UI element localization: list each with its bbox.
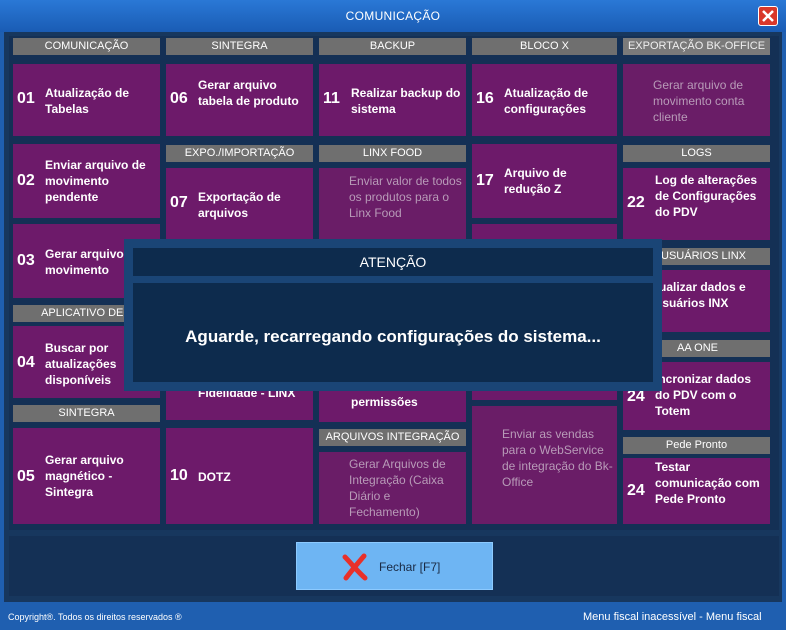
header-backup: BACKUP xyxy=(319,38,466,55)
fechar-button[interactable]: Fechar [F7] xyxy=(296,542,493,590)
tile-label: Gerar arquivo tabela de produto xyxy=(198,78,299,108)
window-title: COMUNICAÇÃO xyxy=(345,9,441,23)
tile-label: Gerar arquivo magnético - Sintegra xyxy=(45,453,124,499)
tile-number: 02 xyxy=(17,172,35,189)
header-arquivos-integracao: ARQUIVOS INTEGRAÇÃO xyxy=(319,429,466,446)
tile-realizar-backup[interactable]: 11 Realizar backup do sistema xyxy=(319,64,466,136)
tile-number: 24 xyxy=(627,482,645,499)
header-bloco-x: BLOCO X xyxy=(472,38,617,55)
tile-label: permissões xyxy=(351,395,418,409)
tile-number: 22 xyxy=(627,194,645,211)
tile-number: 01 xyxy=(17,90,35,107)
tile-enviar-vendas-bkoffice-disabled[interactable]: Enviar as vendas para o WebService de in… xyxy=(472,406,617,524)
tile-testar-pede-pronto[interactable]: 24 Testar comunicação com Pede Pronto xyxy=(623,458,770,524)
tile-arquivos-integracao-disabled[interactable]: Gerar Arquivos de Integração (Caixa Diár… xyxy=(319,452,466,524)
header-sintegra-2: SINTEGRA xyxy=(13,405,160,422)
header-sintegra: SINTEGRA xyxy=(166,38,313,55)
header-expo-importacao: EXPO./IMPORTAÇÃO xyxy=(166,145,313,162)
tile-label: Arquivo de redução Z xyxy=(504,166,567,196)
tile-label: Testar comunicação com Pede Pronto xyxy=(655,460,760,506)
copyright-text: Copyright®. Todos os direitos reservados… xyxy=(8,612,182,622)
title-bar: COMUNICAÇÃO xyxy=(0,0,786,32)
tile-label: Gerar Arquivos de Integração (Caixa Diár… xyxy=(349,457,446,519)
header-exportacao-bkoffice: EXPORTAÇÃO BK-OFFICE xyxy=(623,38,770,55)
tile-log-alteracoes[interactable]: 22 Log de alterações de Configurações do… xyxy=(623,168,770,240)
tile-label: Atualização de Tabelas xyxy=(45,86,130,116)
close-icon xyxy=(762,10,774,22)
tile-sintegra-magnetico[interactable]: 05 Gerar arquivo magnético - Sintegra xyxy=(13,428,160,524)
tile-number: 06 xyxy=(170,90,188,107)
close-button[interactable] xyxy=(758,6,778,26)
tile-label: Gerar arquivo de movimento conta cliente xyxy=(653,78,745,124)
tile-number: 10 xyxy=(170,467,188,484)
header-pede-pronto: Pede Pronto xyxy=(623,437,770,454)
tile-atualizacao-tabelas[interactable]: 01 Atualização de Tabelas xyxy=(13,64,160,136)
tile-label: DOTZ xyxy=(198,470,231,484)
tile-label: Enviar arquivo de movimento pendente xyxy=(45,158,146,204)
header-logs: LOGS xyxy=(623,145,770,162)
menu-fiscal-status: Menu fiscal inacessível - Menu fiscal xyxy=(583,611,762,623)
tile-reducao-z[interactable]: 17 Arquivo de redução Z xyxy=(472,144,617,218)
x-close-icon xyxy=(342,553,368,581)
dialog-title: ATENÇÃO xyxy=(133,248,653,276)
tile-gerar-movimento-conta-disabled[interactable]: Gerar arquivo de movimento conta cliente xyxy=(623,64,770,136)
tile-label: Realizar backup do sistema xyxy=(351,86,461,116)
tile-label: incronizar dados do PDV com o Totem xyxy=(655,372,752,418)
tile-gerar-tabela-produto[interactable]: 06 Gerar arquivo tabela de produto xyxy=(166,64,313,136)
tile-number: 05 xyxy=(17,468,35,485)
header-comunicacao: COMUNICAÇÃO xyxy=(13,38,160,55)
tile-label: Log de alterações de Configurações do PD… xyxy=(655,173,758,219)
header-linx-food: LINX FOOD xyxy=(319,145,466,162)
tile-number: 11 xyxy=(323,90,340,107)
tile-dotz[interactable]: 10 DOTZ xyxy=(166,428,313,524)
dialog-body: Aguarde, recarregando configurações do s… xyxy=(133,283,653,382)
tile-label: Atualização de configurações xyxy=(504,86,589,116)
tile-atualizacao-configuracoes[interactable]: 16 Atualização de configurações xyxy=(472,64,617,136)
tile-number: 03 xyxy=(17,252,35,269)
tile-number: 04 xyxy=(17,354,35,371)
tile-exportacao-arquivos[interactable]: 07 Exportação de arquivos xyxy=(166,168,313,240)
tile-label: Enviar valor de todos os produtos para o… xyxy=(349,174,462,220)
tile-number: 17 xyxy=(476,172,494,189)
attention-dialog: ATENÇÃO Aguarde, recarregando configuraç… xyxy=(124,239,662,391)
tile-enviar-movimento[interactable]: 02 Enviar arquivo de movimento pendente xyxy=(13,144,160,218)
tile-number: 16 xyxy=(476,90,494,107)
tile-label: Exportação de arquivos xyxy=(198,190,281,220)
tile-label: tualizar dados e usuários INX xyxy=(655,280,746,310)
fechar-label: Fechar [F7] xyxy=(379,560,441,574)
dialog-message: Aguarde, recarregando configurações do s… xyxy=(185,327,601,346)
tile-number: 07 xyxy=(170,194,188,211)
tile-linx-food-disabled[interactable]: Enviar valor de todos os produtos para o… xyxy=(319,168,466,240)
tile-label: Enviar as vendas para o WebService de in… xyxy=(502,427,613,489)
